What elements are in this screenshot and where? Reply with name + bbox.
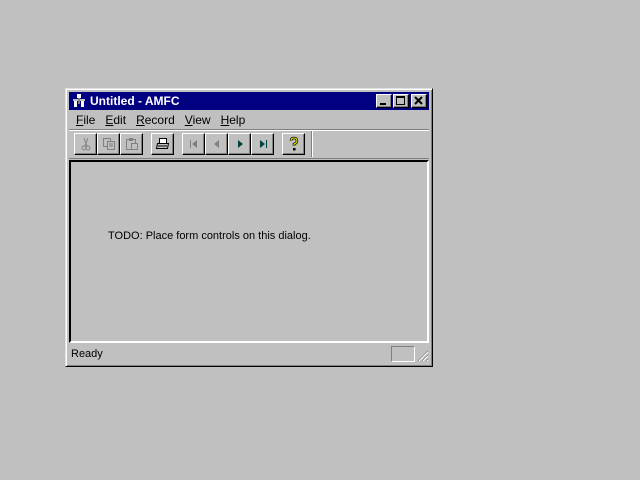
menu-help-label: elp [229, 112, 246, 127]
next-record-button[interactable] [228, 133, 251, 155]
close-button[interactable] [411, 94, 427, 108]
window-title: Untitled - AMFC [90, 94, 180, 108]
status-pane [391, 346, 415, 362]
toolbar-end-separator [311, 131, 313, 157]
menu-view[interactable]: View [180, 113, 216, 127]
first-record-icon [189, 140, 197, 148]
minimize-button[interactable] [376, 94, 392, 108]
help-icon [289, 136, 298, 151]
menu-bar: File Edit Record View Help [69, 110, 429, 129]
menu-help-accel: H [220, 112, 230, 127]
menu-file-label: ile [83, 112, 96, 127]
app-icon[interactable] [71, 93, 87, 109]
resize-grip-icon[interactable] [417, 350, 429, 362]
copy-button[interactable] [97, 133, 120, 155]
menu-help[interactable]: Help [216, 113, 251, 127]
first-record-button[interactable] [182, 133, 205, 155]
previous-record-icon [213, 140, 219, 148]
paste-button[interactable] [120, 133, 143, 155]
help-button[interactable] [282, 133, 305, 155]
minimize-icon [380, 103, 386, 105]
menu-view-accel: V [184, 112, 193, 127]
last-record-icon [259, 140, 267, 148]
next-record-icon [237, 140, 243, 148]
form-view: TODO: Place form controls on this dialog… [69, 160, 429, 343]
menu-record[interactable]: Record [131, 113, 180, 127]
last-record-button[interactable] [251, 133, 274, 155]
main-window: Untitled - AMFC File Edit Record View He… [65, 88, 433, 367]
paste-icon [125, 138, 138, 150]
previous-record-button[interactable] [205, 133, 228, 155]
cut-button[interactable] [74, 133, 97, 155]
status-bar: Ready [69, 343, 429, 363]
status-text: Ready [71, 348, 103, 360]
menu-record-accel: R [136, 112, 145, 127]
maximize-button[interactable] [393, 94, 409, 108]
menu-file[interactable]: File [71, 113, 100, 127]
print-icon [155, 138, 169, 149]
todo-message: TODO: Place form controls on this dialog… [108, 230, 311, 242]
copy-icon [102, 138, 115, 150]
title-bar[interactable]: Untitled - AMFC [69, 92, 429, 110]
menu-edit[interactable]: Edit [100, 113, 131, 127]
close-icon [414, 96, 423, 105]
menu-edit-label: dit [113, 112, 127, 127]
toolbar [69, 129, 429, 159]
cut-icon [81, 137, 90, 151]
print-button[interactable] [151, 133, 174, 155]
menu-record-label: ecord [144, 112, 175, 127]
menu-view-label: iew [192, 112, 211, 127]
maximize-icon [396, 96, 405, 105]
